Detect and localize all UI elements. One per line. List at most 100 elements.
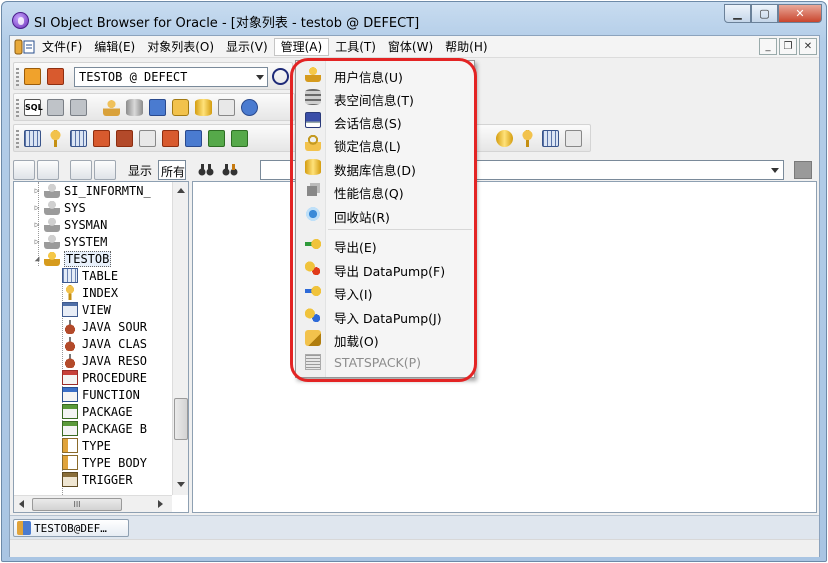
menu-item-tablespace-info[interactable]: 表空间信息(T) — [298, 86, 472, 108]
info-icon[interactable] — [565, 130, 582, 147]
key-icon[interactable] — [519, 130, 536, 147]
toolbar-grip[interactable] — [16, 130, 19, 148]
scroll-right-icon[interactable] — [158, 500, 163, 508]
list-view-button[interactable] — [37, 160, 59, 180]
menu-item-session-info[interactable]: 会话信息(S) — [298, 109, 472, 131]
tree-item-object-type[interactable]: JAVA CLAS — [62, 335, 147, 352]
document-icon[interactable] — [14, 39, 36, 55]
function-icon[interactable] — [185, 130, 202, 147]
tree-item-object-type[interactable]: VIEW — [62, 301, 111, 318]
tree-item-object-type[interactable]: TABLE — [62, 267, 118, 284]
menu-view[interactable]: 显示(V) — [220, 39, 274, 55]
tree-item-object-type[interactable]: INDEX — [62, 284, 118, 301]
toolbar-grip[interactable] — [16, 99, 19, 117]
menu-item-import-datapump[interactable]: 导入 DataPump(J) — [298, 304, 472, 326]
menu-help[interactable]: 帮助(H) — [439, 39, 493, 55]
connection-select[interactable]: TESTOB @ DEFECT — [74, 67, 268, 87]
menu-item-import[interactable]: 导入(I) — [298, 280, 472, 302]
tablespace-icon[interactable] — [126, 99, 143, 116]
tree-item-user-selected[interactable]: ◢ TESTOB — [32, 250, 112, 267]
tree-view-button[interactable] — [13, 160, 35, 180]
disconnect-icon[interactable] — [47, 68, 64, 85]
tree-item-object-type[interactable]: TRIGGER — [62, 471, 133, 488]
java-resource-icon[interactable] — [139, 130, 156, 147]
tree-horizontal-scrollbar[interactable]: III — [14, 495, 172, 512]
tree-item-user[interactable]: ▷ SYSTEM — [32, 233, 107, 250]
toolbar-grip[interactable] — [16, 68, 19, 86]
procedure-icon[interactable] — [162, 130, 179, 147]
menu-admin[interactable]: 管理(A) — [273, 38, 330, 56]
recycle-bin-icon[interactable] — [241, 99, 258, 116]
collapse-icon[interactable]: ◢ — [32, 254, 42, 263]
window-icon[interactable] — [70, 99, 87, 116]
minimize-button[interactable]: ▁ — [724, 4, 751, 23]
show-select[interactable]: 所有 — [158, 160, 186, 180]
scrollbar-thumb[interactable] — [174, 398, 188, 440]
menu-item-export-datapump[interactable]: 导出 DataPump(F) — [298, 257, 472, 279]
scroll-left-icon[interactable] — [19, 500, 24, 508]
mdi-close-button[interactable]: ✕ — [799, 38, 817, 55]
expand-icon[interactable]: ▷ — [32, 237, 42, 246]
menu-item-user-info[interactable]: 用户信息(U) — [298, 63, 472, 85]
connect-icon[interactable] — [24, 68, 41, 85]
java-source-icon[interactable] — [93, 130, 110, 147]
mdi-minimize-button[interactable]: _ — [759, 38, 777, 55]
tree-item-user[interactable]: ▷ SYS — [32, 199, 86, 216]
table-icon[interactable] — [24, 130, 41, 147]
view-icon[interactable] — [70, 130, 87, 147]
scroll-up-icon[interactable] — [177, 188, 185, 193]
mdi-restore-button[interactable]: ❐ — [779, 38, 797, 55]
scroll-down-icon[interactable] — [177, 482, 185, 487]
menu-item-lock-info[interactable]: 锁定信息(L) — [298, 132, 472, 154]
tree-item-user[interactable]: ▷ SI_INFORMTN_ — [32, 182, 151, 199]
binoculars-icon[interactable] — [198, 163, 214, 176]
tree-item-object-type[interactable]: JAVA RESO — [62, 352, 147, 369]
lib-icon[interactable] — [542, 130, 559, 147]
tree-item-object-type[interactable]: PACKAGE B — [62, 420, 147, 437]
menu-file[interactable]: 文件(F) — [36, 39, 88, 55]
menu-window[interactable]: 窗体(W) — [382, 39, 439, 55]
performance-icon[interactable] — [218, 99, 235, 116]
java-class-icon[interactable] — [116, 130, 133, 147]
owner-filter-button[interactable] — [70, 160, 92, 180]
tree-item-object-type[interactable]: PACKAGE — [62, 403, 133, 420]
object-list-panel[interactable] — [192, 181, 817, 513]
tree-item-object-type[interactable]: FUNCTION — [62, 386, 140, 403]
scrollbar-thumb[interactable]: III — [32, 498, 122, 511]
maximize-button[interactable]: ▢ — [751, 4, 778, 23]
tree-item-user[interactable]: ▷ SYSMAN — [32, 216, 107, 233]
tab-testob[interactable]: TESTOB@DEF… — [13, 519, 129, 537]
tree-item-object-type[interactable]: JAVA SOUR — [62, 318, 147, 335]
sql-icon[interactable]: SQL — [24, 99, 43, 116]
refresh-circle-icon[interactable] — [272, 68, 289, 85]
menu-item-recycle-bin[interactable]: 回收站(R) — [298, 203, 472, 225]
expand-icon[interactable]: ▷ — [32, 220, 42, 229]
index-icon[interactable] — [47, 130, 64, 147]
tree-item-object-type[interactable]: TYPE — [62, 437, 111, 454]
find-next-icon[interactable] — [222, 163, 238, 176]
menu-edit[interactable]: 编辑(E) — [88, 39, 141, 55]
expand-icon[interactable]: ▷ — [32, 186, 42, 195]
database-icon[interactable] — [195, 99, 212, 116]
refresh-icon[interactable] — [496, 130, 513, 147]
session-icon[interactable] — [149, 99, 166, 116]
type-filter-button[interactable] — [94, 160, 116, 180]
script-icon[interactable] — [47, 99, 64, 116]
menu-item-export[interactable]: 导出(E) — [298, 233, 472, 255]
tree-vertical-scrollbar[interactable] — [172, 182, 188, 495]
package-icon[interactable] — [208, 130, 225, 147]
menu-item-load[interactable]: 加载(O) — [298, 327, 472, 349]
package-body-icon[interactable] — [231, 130, 248, 147]
user-icon[interactable] — [103, 99, 120, 116]
title-bar[interactable]: SI Object Browser for Oracle - [对象列表 - t… — [2, 2, 826, 36]
lock-icon[interactable] — [172, 99, 189, 116]
close-button[interactable]: ✕ — [778, 4, 822, 23]
menu-item-performance-info[interactable]: 性能信息(Q) — [298, 179, 472, 201]
tree-item-object-type[interactable]: PROCEDURE — [62, 369, 147, 386]
menu-tools[interactable]: 工具(T) — [329, 39, 382, 55]
expand-icon[interactable]: ▷ — [32, 203, 42, 212]
search-go-button[interactable] — [794, 161, 812, 179]
menu-item-database-info[interactable]: 数据库信息(D) — [298, 156, 472, 178]
menu-object-list[interactable]: 对象列表(O) — [141, 39, 220, 55]
tree-item-object-type[interactable]: TYPE BODY — [62, 454, 147, 471]
